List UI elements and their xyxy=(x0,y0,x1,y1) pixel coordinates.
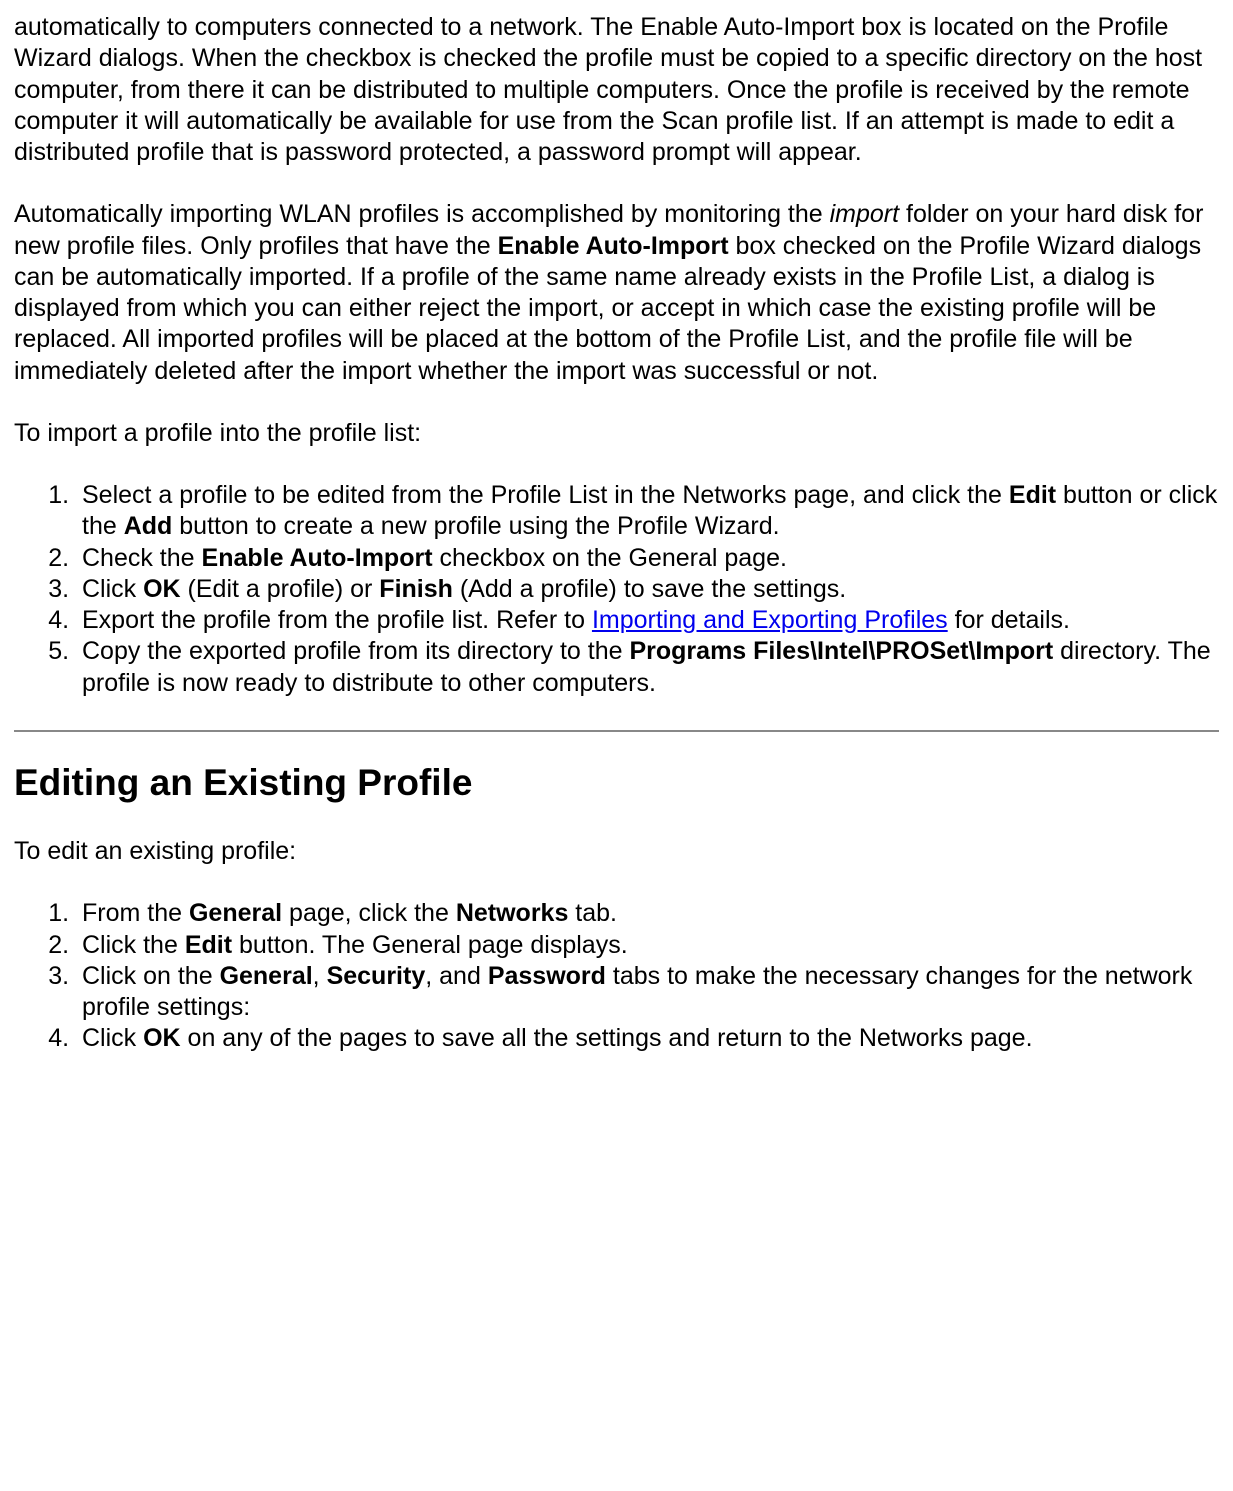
paragraph-3: To import a profile into the profile lis… xyxy=(14,418,1219,449)
heading-editing-existing-profile: Editing an Existing Profile xyxy=(14,760,1219,806)
text: (Add a profile) to save the settings. xyxy=(453,575,846,603)
list-item: Click OK on any of the pages to save all… xyxy=(76,1023,1219,1054)
bold-add: Add xyxy=(124,512,173,540)
list-item: From the General page, click the Network… xyxy=(76,898,1219,929)
list-item: Export the profile from the profile list… xyxy=(76,605,1219,636)
text: , and xyxy=(425,962,488,990)
list-item: Check the Enable Auto-Import checkbox on… xyxy=(76,543,1219,574)
bold-general: General xyxy=(189,899,282,927)
text: checkbox on the General page. xyxy=(433,544,787,572)
bold-ok: OK xyxy=(143,575,181,603)
text: Click xyxy=(82,575,143,603)
paragraph-4: To edit an existing profile: xyxy=(14,836,1219,867)
text: From the xyxy=(82,899,189,927)
bold-password: Password xyxy=(488,962,606,990)
text: Click on the xyxy=(82,962,220,990)
bold-security: Security xyxy=(327,962,426,990)
bold-networks: Networks xyxy=(456,899,569,927)
divider xyxy=(14,730,1219,732)
bold-path: Programs Files\Intel\PROSet\Import xyxy=(629,637,1053,665)
bold-edit: Edit xyxy=(1009,481,1056,509)
text: button to create a new profile using the… xyxy=(172,512,779,540)
text: for details. xyxy=(948,606,1070,634)
import-steps-list: Select a profile to be edited from the P… xyxy=(14,480,1219,699)
bold-finish: Finish xyxy=(379,575,453,603)
bold-enable-auto-import: Enable Auto-Import xyxy=(498,232,729,260)
text: Click xyxy=(82,1024,143,1052)
text: Check the xyxy=(82,544,202,572)
edit-steps-list: From the General page, click the Network… xyxy=(14,898,1219,1054)
list-item: Click the Edit button. The General page … xyxy=(76,930,1219,961)
text: Select a profile to be edited from the P… xyxy=(82,481,1009,509)
text: Copy the exported profile from its direc… xyxy=(82,637,629,665)
text: tab. xyxy=(568,899,617,927)
link-importing-exporting-profiles[interactable]: Importing and Exporting Profiles xyxy=(592,606,948,634)
bold-enable-auto-import: Enable Auto-Import xyxy=(202,544,433,572)
list-item: Select a profile to be edited from the P… xyxy=(76,480,1219,543)
list-item: Copy the exported profile from its direc… xyxy=(76,636,1219,699)
italic-import: import xyxy=(830,200,899,228)
text: Automatically importing WLAN profiles is… xyxy=(14,200,830,228)
text: page, click the xyxy=(282,899,456,927)
text: , xyxy=(313,962,327,990)
list-item: Click on the General, Security, and Pass… xyxy=(76,961,1219,1024)
text: on any of the pages to save all the sett… xyxy=(181,1024,1033,1052)
bold-ok: OK xyxy=(143,1024,181,1052)
paragraph-2: Automatically importing WLAN profiles is… xyxy=(14,199,1219,387)
paragraph-1: automatically to computers connected to … xyxy=(14,12,1219,168)
text: Click the xyxy=(82,931,185,959)
text: Export the profile from the profile list… xyxy=(82,606,592,634)
text: (Edit a profile) or xyxy=(181,575,380,603)
list-item: Click OK (Edit a profile) or Finish (Add… xyxy=(76,574,1219,605)
bold-general: General xyxy=(220,962,313,990)
text: button. The General page displays. xyxy=(232,931,628,959)
bold-edit: Edit xyxy=(185,931,232,959)
